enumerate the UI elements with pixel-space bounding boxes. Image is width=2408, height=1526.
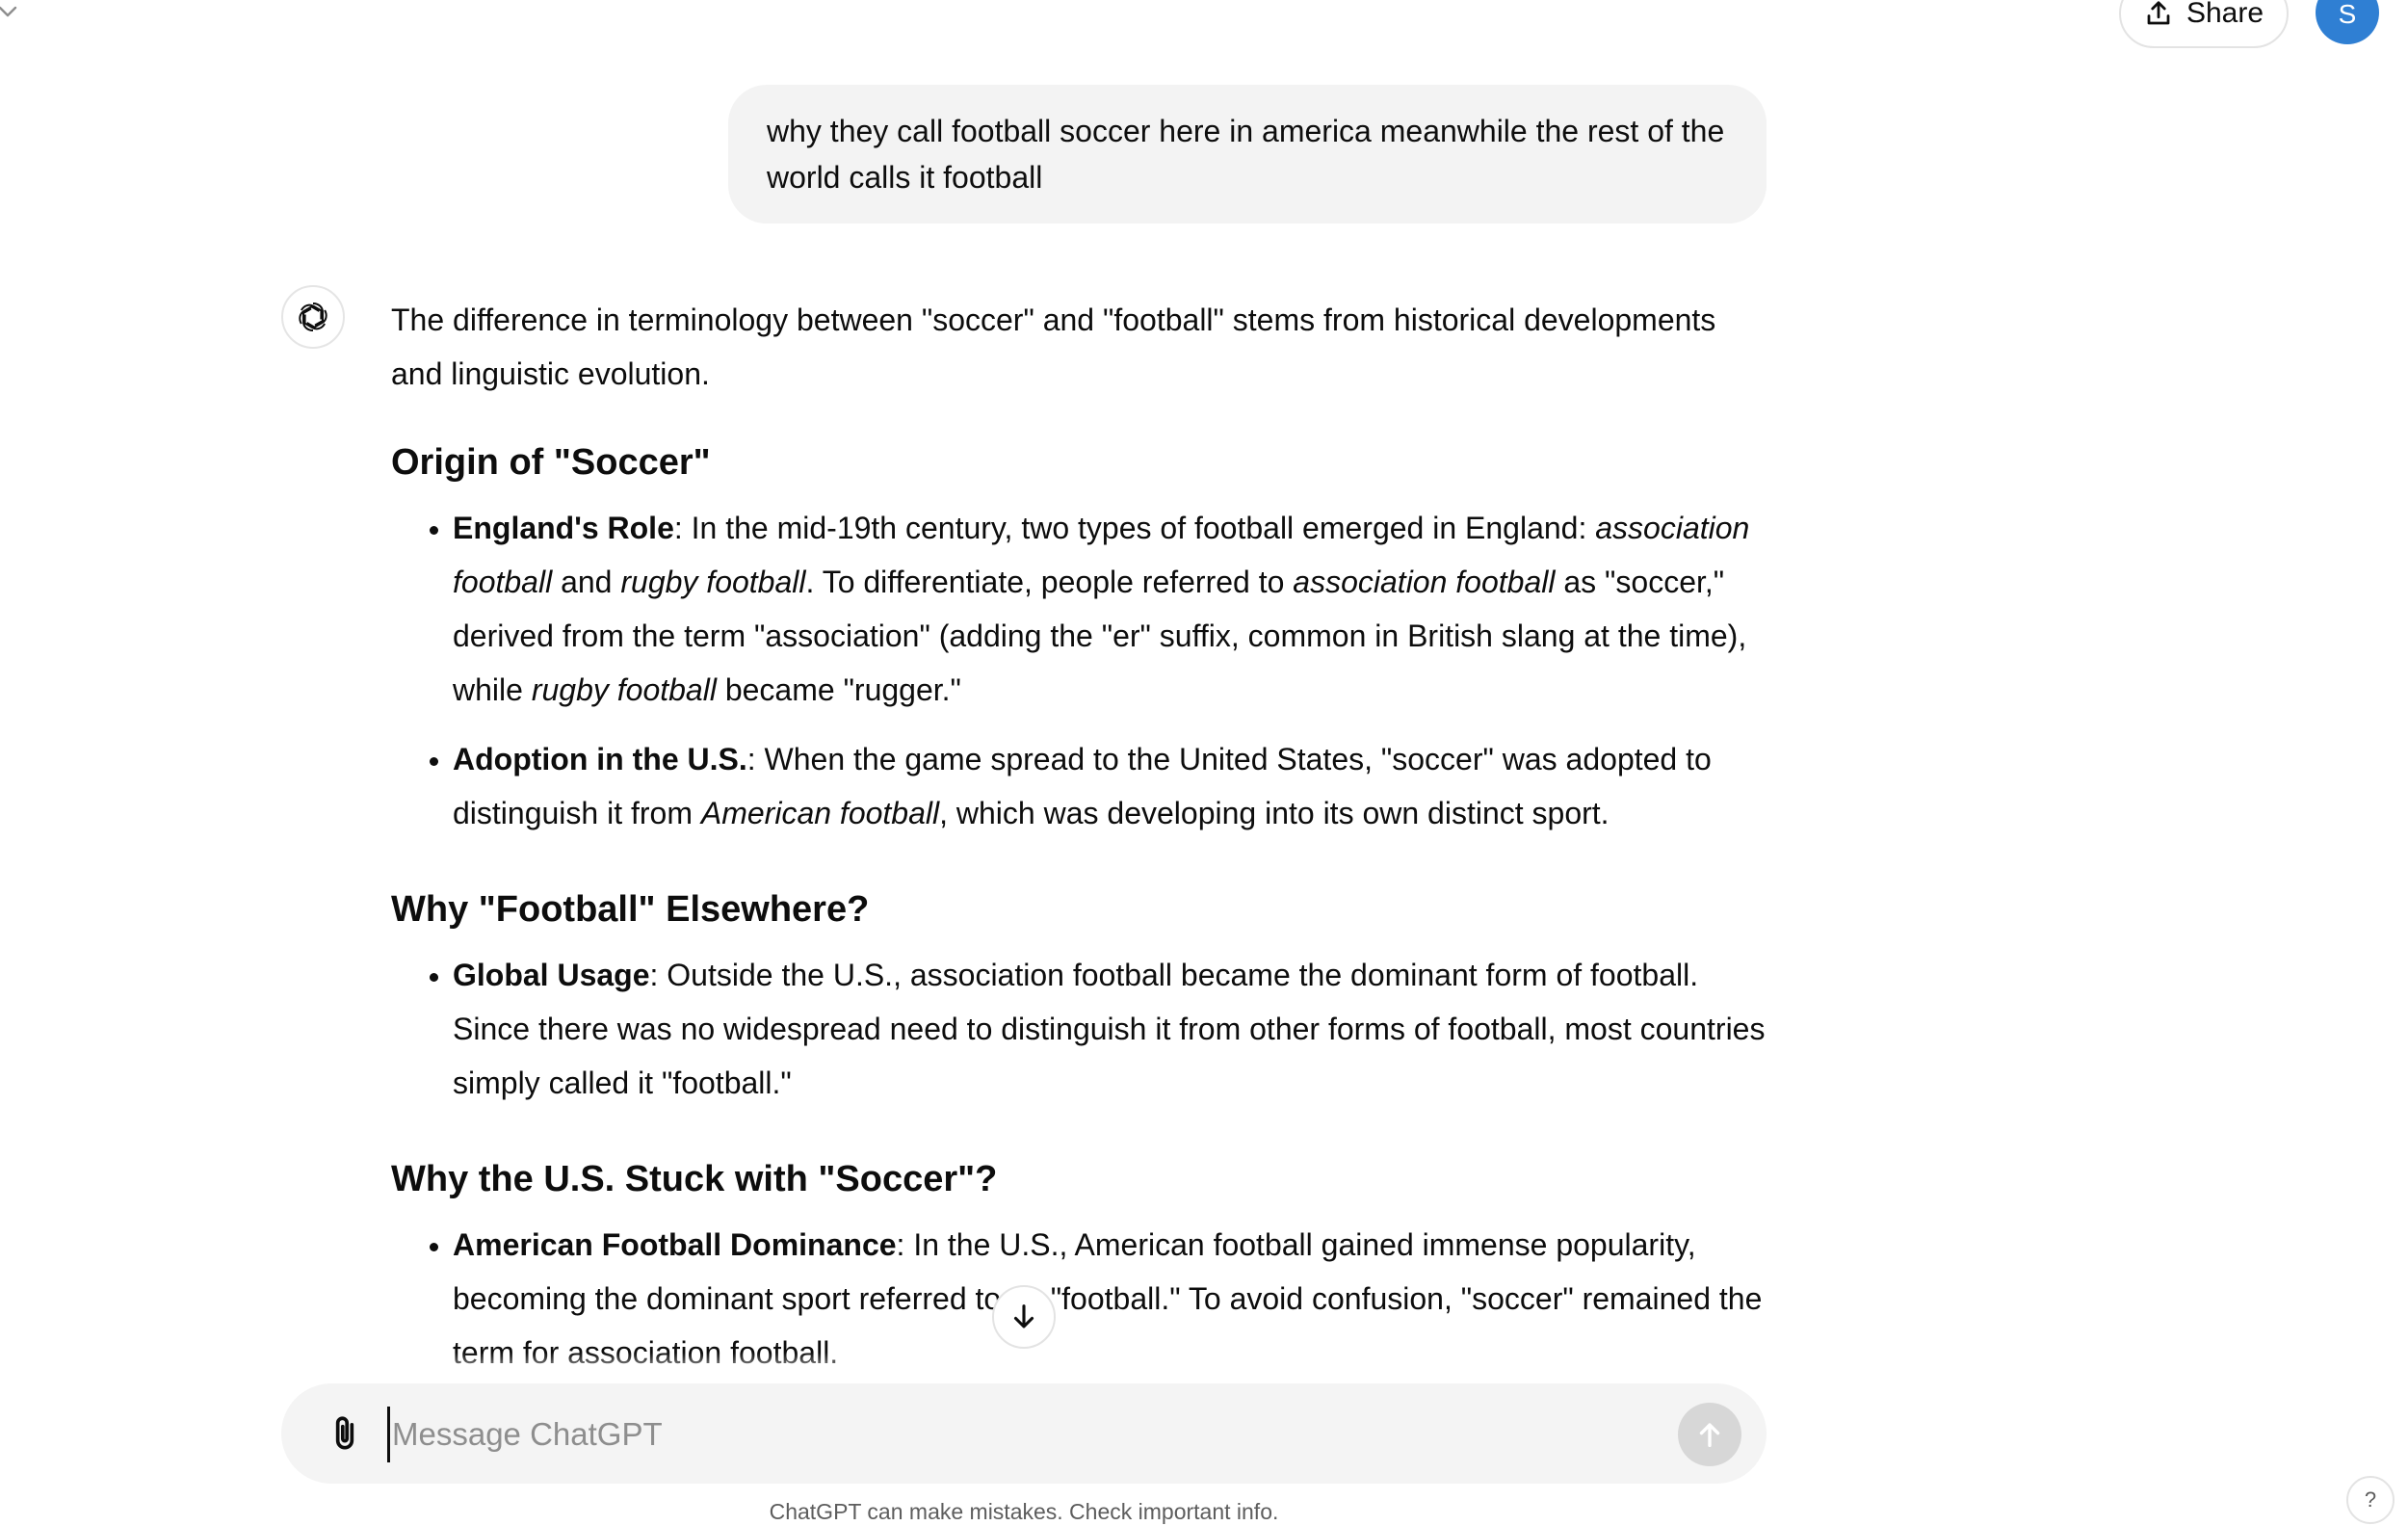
help-button[interactable]: ?	[2346, 1476, 2395, 1524]
list-item: Global Usage: Outside the U.S., associat…	[453, 948, 1768, 1110]
paperclip-icon[interactable]	[324, 1412, 366, 1455]
section-heading: Why "Football" Elsewhere?	[391, 889, 870, 930]
share-label: Share	[2186, 0, 2264, 29]
chevron-down-icon[interactable]	[0, 0, 19, 23]
item-term: Global Usage	[453, 958, 650, 992]
item-term: American Football Dominance	[453, 1227, 897, 1262]
chatgpt-logo-icon	[299, 303, 327, 331]
share-icon	[2147, 1, 2170, 25]
scroll-to-bottom-button[interactable]	[992, 1285, 1056, 1349]
list-item: Adoption in the U.S.: When the game spre…	[453, 732, 1768, 840]
section-heading: Why the U.S. Stuck with "Soccer"?	[391, 1159, 998, 1199]
user-avatar[interactable]: S	[2316, 0, 2379, 44]
assistant-response: The difference in terminology between "s…	[391, 293, 1768, 1381]
bullet-list: Global Usage: Outside the U.S., associat…	[391, 948, 1768, 1110]
content-fade	[0, 1353, 2408, 1381]
assistant-avatar	[281, 285, 345, 349]
item-term: Adoption in the U.S.	[453, 742, 747, 776]
answer-intro: The difference in terminology between "s…	[391, 303, 1716, 391]
send-button[interactable]	[1678, 1403, 1741, 1466]
item-term: England's Role	[453, 511, 674, 545]
section-heading: Origin of "Soccer"	[391, 442, 711, 483]
arrow-down-icon	[1013, 1304, 1034, 1329]
message-input[interactable]	[387, 1407, 1608, 1462]
user-message: why they call football soccer here in am…	[728, 85, 1767, 224]
list-item: England's Role: In the mid-19th century,…	[453, 501, 1768, 717]
bullet-list: England's Role: In the mid-19th century,…	[391, 501, 1768, 840]
share-button[interactable]: Share	[2119, 0, 2289, 48]
message-composer	[281, 1383, 1767, 1484]
disclaimer-text: ChatGPT can make mistakes. Check importa…	[769, 1499, 1279, 1524]
arrow-up-icon	[1699, 1423, 1720, 1448]
